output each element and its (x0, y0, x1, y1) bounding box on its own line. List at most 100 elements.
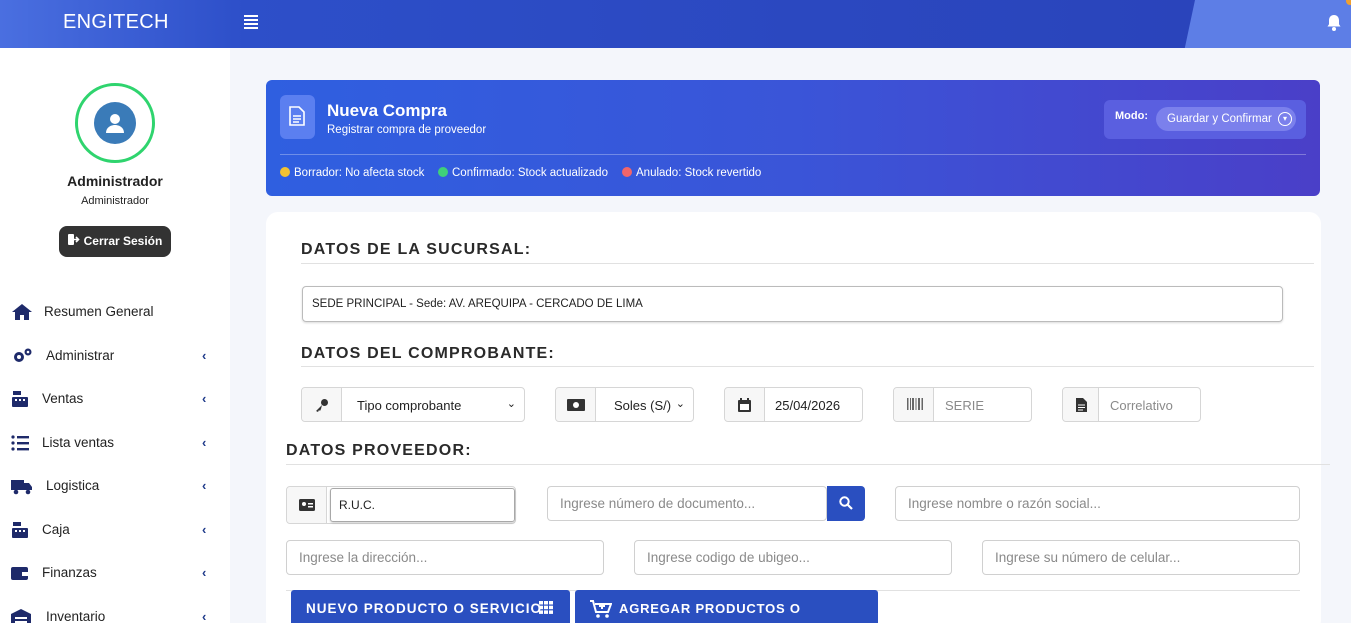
status-dot-green (438, 167, 448, 177)
purchase-header-card: Nueva Compra Registrar compra de proveed… (266, 80, 1320, 196)
mode-select[interactable]: Guardar y Confirmar ▾ (1156, 107, 1296, 131)
divider (280, 154, 1306, 155)
user-name: Administrador (67, 173, 163, 189)
voucher-type-value: Tipo comprobante (357, 398, 462, 413)
sidebar-item-finanzas[interactable]: Finanzas ‹ (0, 554, 230, 594)
sidebar-item-label: Inventario (46, 609, 106, 623)
sidebar-item-administrar[interactable]: Administrar ‹ (0, 337, 230, 377)
chevron-left-icon: ‹ (202, 522, 207, 537)
divider (301, 366, 1314, 367)
notification-dot (1346, 0, 1351, 5)
date-value: 25/04/2026 (775, 398, 841, 413)
file-alt-icon (1063, 388, 1099, 421)
section-title-supplier: DATOS PROVEEDOR: (286, 442, 472, 459)
mode-selector-box: Modo: Guardar y Confirmar ▾ (1104, 100, 1306, 139)
serie-input[interactable]: SERIE (893, 387, 1032, 422)
sidebar-item-label: Ventas (42, 391, 84, 406)
document-type-value: R.U.C. (339, 498, 375, 512)
mode-select-value: Guardar y Confirmar (1167, 113, 1272, 125)
sidebar-item-label: Finanzas (42, 565, 97, 580)
currency-value: Soles (S/) (614, 398, 672, 413)
chevron-left-icon: ‹ (202, 435, 207, 450)
sidebar-item-label: Administrar (46, 348, 115, 363)
legend-confirmed: Confirmado: Stock actualizado (438, 167, 608, 179)
voucher-type-select[interactable]: Tipo comprobante ⌄ (301, 387, 525, 422)
page-title: Nueva Compra (327, 101, 447, 120)
chevron-down-icon: ⌄ (675, 398, 685, 410)
cash-register-icon (12, 522, 28, 538)
sidebar-item-logistica[interactable]: Logistica ‹ (0, 467, 230, 507)
correlativo-input[interactable]: Correlativo (1062, 387, 1201, 422)
ubigeo-input[interactable]: Ingrese codigo de ubigeo... (634, 540, 952, 575)
sidebar-item-lista-ventas[interactable]: Lista ventas ‹ (0, 424, 230, 464)
document-type-inner: R.U.C. (330, 488, 515, 522)
warehouse-icon (11, 609, 31, 623)
chevron-down-icon: ▾ (1278, 112, 1292, 126)
divider (286, 464, 1330, 465)
brand-logo-text[interactable]: ENGITECH (63, 11, 169, 34)
list-icon (11, 435, 29, 451)
wallet-icon (11, 567, 28, 580)
sidebar-item-label: Caja (42, 522, 70, 537)
id-card-icon (287, 487, 327, 523)
chevron-left-icon: ‹ (202, 609, 207, 623)
sidebar-item-label: Lista ventas (42, 435, 115, 450)
truck-icon (11, 480, 32, 495)
cash-register-icon (12, 391, 28, 407)
document-icon-box (280, 95, 315, 139)
calendar-icon (725, 388, 765, 421)
business-name-input[interactable]: Ingrese nombre o razón social... (895, 486, 1300, 521)
file-icon (289, 106, 305, 126)
document-type-select[interactable]: R.U.C. (286, 486, 516, 524)
chevron-left-icon: ‹ (202, 348, 207, 363)
correlativo-placeholder: Correlativo (1110, 398, 1173, 413)
serie-placeholder: SERIE (945, 398, 985, 413)
key-icon (302, 388, 342, 421)
status-dot-yellow (280, 167, 290, 177)
page-subtitle: Registrar compra de proveedor (327, 124, 487, 136)
add-products-label: AGREGAR PRODUCTOS O SERVICIOS (619, 601, 801, 616)
chevron-left-icon: ‹ (202, 391, 207, 406)
sidebar-item-inventario[interactable]: Inventario ‹ (0, 598, 230, 623)
cart-plus-icon (590, 600, 612, 618)
grid-icon (539, 601, 553, 614)
document-number-input[interactable]: Ingrese número de documento... (547, 486, 827, 521)
sidebar: Administrador Administrador Cerrar Sesió… (0, 48, 230, 623)
sidebar-item-resumen-general[interactable]: Resumen General (0, 293, 230, 333)
section-title-voucher: DATOS DEL COMPROBANTE: (301, 345, 555, 362)
divider (301, 263, 1314, 264)
new-product-label: NUEVO PRODUCTO O SERVICIO (306, 601, 543, 616)
sign-out-icon (67, 226, 80, 257)
user-icon (106, 114, 124, 133)
phone-input[interactable]: Ingrese su número de celular... (982, 540, 1300, 575)
avatar-ring (75, 83, 155, 163)
chevron-left-icon: ‹ (202, 478, 207, 493)
section-title-branch: DATOS DE LA SUCURSAL: (301, 241, 532, 258)
new-product-button[interactable]: NUEVO PRODUCTO O SERVICIO (291, 590, 570, 623)
sidebar-item-caja[interactable]: Caja ‹ (0, 511, 230, 551)
logout-label: Cerrar Sesión (83, 234, 163, 248)
chevron-left-icon: ‹ (202, 565, 207, 580)
mode-label: Modo: (1115, 110, 1148, 122)
sidebar-item-label: Logistica (46, 478, 100, 493)
bell-icon[interactable] (1326, 14, 1342, 32)
address-input[interactable]: Ingrese la dirección... (286, 540, 604, 575)
date-field[interactable]: 25/04/2026 (724, 387, 863, 422)
add-products-button[interactable]: AGREGAR PRODUCTOS O SERVICIOS (575, 590, 878, 623)
branch-select[interactable]: SEDE PRINCIPAL - Sede: AV. AREQUIPA - CE… (302, 286, 1283, 322)
search-icon (839, 496, 853, 510)
user-role: Administrador (81, 195, 149, 207)
logout-button[interactable]: Cerrar Sesión (59, 226, 171, 257)
sidebar-item-label: Resumen General (44, 304, 154, 319)
legend-cancelled: Anulado: Stock revertido (622, 167, 761, 179)
avatar (94, 102, 136, 144)
money-bill-icon (556, 388, 596, 421)
hamburger-menu-icon[interactable] (244, 15, 258, 29)
barcode-icon (894, 388, 934, 421)
chevron-down-icon: ⌄ (506, 398, 516, 410)
status-dot-red (622, 167, 632, 177)
home-icon (12, 304, 32, 320)
search-document-button[interactable] (827, 486, 865, 521)
currency-select[interactable]: Soles (S/) ⌄ (555, 387, 694, 422)
sidebar-item-ventas[interactable]: Ventas ‹ (0, 380, 230, 420)
